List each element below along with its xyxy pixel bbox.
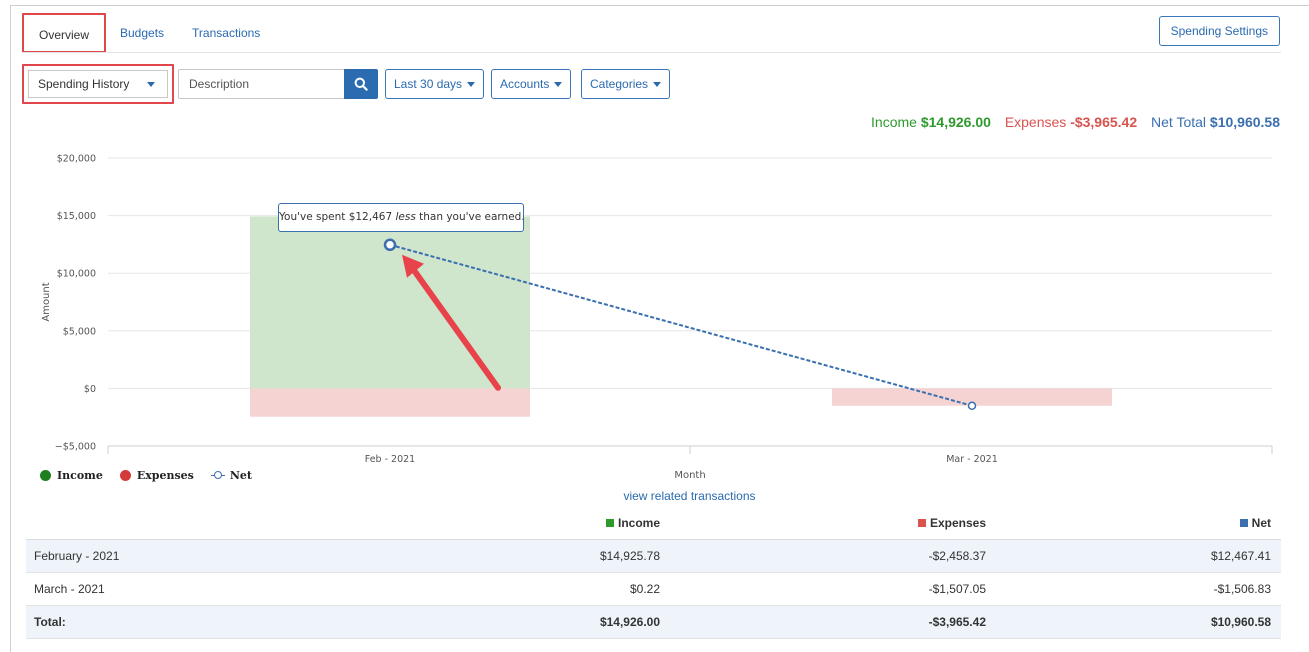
y-tick-label: $0 xyxy=(84,384,96,395)
table-header-income: Income xyxy=(386,507,670,540)
table-header-income-label: Income xyxy=(617,515,660,530)
y-tick-label: $15,000 xyxy=(57,211,96,222)
total-label: Total: xyxy=(26,605,386,639)
y-tick-label: −$5,000 xyxy=(55,442,96,453)
table-row[interactable]: February - 2021 $14,925.78 -$2,458.37 $1… xyxy=(26,539,1281,573)
x-tick-label: Feb - 2021 xyxy=(365,454,415,465)
tooltip-suffix: than you've earned. xyxy=(419,211,525,223)
expenses-bar xyxy=(250,388,530,417)
summary-totals: Income $14,926.00 Expenses -$3,965.42 Ne… xyxy=(871,114,1280,130)
expenses-total-label: Expenses xyxy=(1004,114,1067,130)
search-button[interactable] xyxy=(344,69,378,99)
spending-history-chart: $20,000 $15,000 $10,000 $5,000 $0 −$5,000 Amou… xyxy=(0,140,1309,485)
accounts-dropdown[interactable]: Accounts xyxy=(491,69,572,99)
expenses-square-icon xyxy=(917,518,926,527)
legend-expenses-label: Expenses xyxy=(136,469,194,482)
tabs-divider xyxy=(22,52,1281,53)
income-total-value: $14,926.00 xyxy=(920,114,991,130)
total-expenses: -$3,965.42 xyxy=(670,605,992,639)
row-net: $12,467.41 xyxy=(992,539,1281,573)
expenses-dot-icon xyxy=(119,470,131,481)
chevron-down-icon xyxy=(147,82,155,87)
row-income: $14,925.78 xyxy=(386,539,670,573)
accounts-label: Accounts xyxy=(500,77,550,91)
income-dot-icon xyxy=(40,470,51,481)
table-header-expenses-label: Expenses xyxy=(929,515,986,530)
categories-dropdown[interactable]: Categories xyxy=(581,69,671,99)
legend-item-net[interactable]: Net xyxy=(210,469,252,482)
view-select[interactable]: Spending History xyxy=(28,70,168,98)
date-range-label: Last 30 days xyxy=(394,77,463,91)
legend-income-label: Income xyxy=(57,469,103,482)
chart-svg: $20,000 $15,000 $10,000 $5,000 $0 −$5,000 Amou… xyxy=(41,154,1273,481)
tab-bar: Overview Budgets Transactions xyxy=(22,13,274,53)
categories-label: Categories xyxy=(590,77,649,91)
table-header-net-label: Net xyxy=(1251,515,1271,530)
row-month: March - 2021 xyxy=(26,572,386,606)
expenses-total-value: -$3,965.42 xyxy=(1070,114,1138,130)
row-month: February - 2021 xyxy=(26,539,386,573)
row-expenses: -$2,458.37 xyxy=(670,539,992,573)
legend-item-expenses[interactable]: Expenses xyxy=(119,469,194,482)
total-net: $10,960.58 xyxy=(992,605,1281,639)
net-line-marker-icon xyxy=(210,470,225,481)
chart-legend: Income Expenses Net xyxy=(40,469,269,482)
income-total-label: Income xyxy=(871,114,917,130)
table-header-blank xyxy=(26,507,386,540)
caret-down-icon xyxy=(467,82,476,88)
net-total-value: $10,960.58 xyxy=(1209,114,1280,130)
row-income: $0.22 xyxy=(386,572,670,606)
view-select-highlight: Spending History xyxy=(22,64,174,104)
y-tick-label: $20,000 xyxy=(57,154,96,165)
y-axis-title: Amount xyxy=(41,282,52,321)
net-square-icon xyxy=(1239,518,1248,527)
net-tooltip: You've spent $12,467 less than you've ea… xyxy=(278,203,525,232)
description-search-input[interactable] xyxy=(178,69,344,99)
tooltip-emphasis: less xyxy=(395,211,416,223)
tab-transactions[interactable]: Transactions xyxy=(178,13,274,53)
date-range-dropdown[interactable]: Last 30 days xyxy=(385,69,485,99)
view-related-transactions-link[interactable]: view related transactions xyxy=(0,489,1309,503)
x-tick-label: Mar - 2021 xyxy=(946,454,998,465)
tab-budgets[interactable]: Budgets xyxy=(106,13,178,53)
table-header-expenses: Expenses xyxy=(670,507,992,540)
table-row[interactable]: March - 2021 $0.22 -$1,507.05 -$1,506.83 xyxy=(26,572,1281,606)
net-point xyxy=(383,238,397,252)
table-header-row: Income Expenses Net xyxy=(26,507,1281,540)
table-header-net: Net xyxy=(992,507,1281,540)
legend-net-label: Net xyxy=(229,469,252,482)
search-icon xyxy=(354,77,368,91)
row-net: -$1,506.83 xyxy=(992,572,1281,606)
table-total-row: Total: $14,926.00 -$3,965.42 $10,960.58 xyxy=(26,605,1281,639)
view-select-value: Spending History xyxy=(38,77,130,91)
net-point xyxy=(967,401,977,411)
net-total-label: Net Total xyxy=(1151,114,1207,130)
x-axis-title: Month xyxy=(674,470,705,481)
caret-down-icon xyxy=(554,82,563,88)
y-tick-label: $5,000 xyxy=(63,326,96,337)
row-expenses: -$1,507.05 xyxy=(670,572,992,606)
total-income: $14,926.00 xyxy=(386,605,670,639)
tab-overview[interactable]: Overview xyxy=(22,13,106,53)
spending-settings-button[interactable]: Spending Settings xyxy=(1158,16,1280,46)
tooltip-prefix: You've spent $12,467 xyxy=(279,211,393,223)
caret-down-icon xyxy=(653,82,662,88)
income-square-icon xyxy=(605,518,614,527)
y-tick-label: $10,000 xyxy=(57,269,96,280)
summary-table: Income Expenses Net February - 2021 $14,… xyxy=(26,507,1281,639)
legend-item-income[interactable]: Income xyxy=(40,469,103,482)
